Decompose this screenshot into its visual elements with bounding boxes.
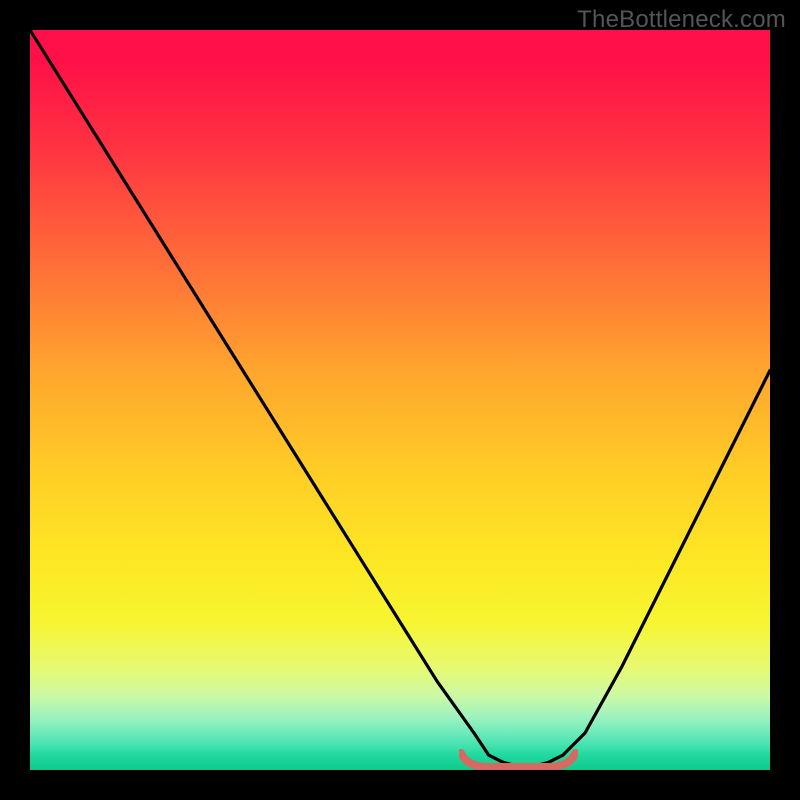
watermark-label: TheBottleneck.com (577, 6, 786, 34)
plot-area (30, 30, 770, 770)
bottleneck-curve (30, 30, 770, 770)
chart-frame: TheBottleneck.com (0, 0, 800, 800)
